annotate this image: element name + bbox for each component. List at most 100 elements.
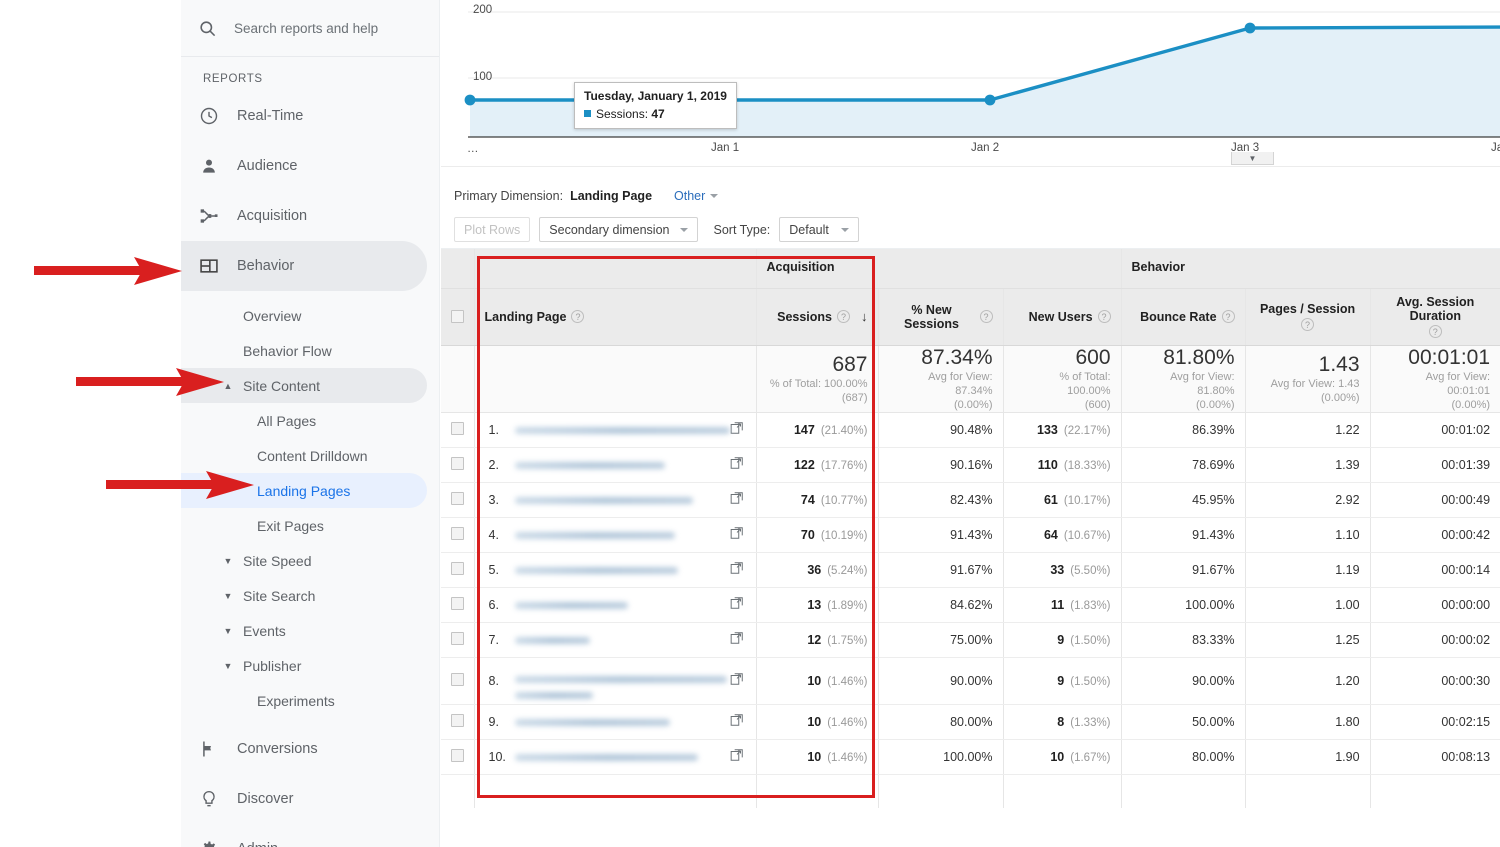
sidebar-item-all-pages[interactable]: All Pages xyxy=(181,403,427,438)
row-checkbox[interactable] xyxy=(450,561,464,575)
landing-page-url-redacted[interactable] xyxy=(514,747,724,767)
table-row[interactable]: 8. 10 (1.46%) 90.00% 9 (1.50%) 90.00% 1.20 00:00… xyxy=(441,657,1500,705)
sort-type-select[interactable]: Default xyxy=(779,217,859,242)
landing-page-cell[interactable]: 1. xyxy=(474,412,757,448)
landing-page-cell[interactable]: 9. xyxy=(474,704,757,740)
table-row[interactable]: 1. 147 (21.40%) 90.48% 133 (22.17%) 86.39% 1.22… xyxy=(441,412,1500,448)
help-icon[interactable]: ? xyxy=(979,310,993,323)
table-row[interactable]: 2. 122 (17.76%) 90.16% 110 (18.33%) 78.69% 1.39… xyxy=(441,447,1500,483)
help-icon[interactable]: ? xyxy=(837,310,850,323)
open-in-new-icon[interactable] xyxy=(730,631,746,648)
sidebar-item-site-speed[interactable]: ▼ Site Speed xyxy=(181,543,427,578)
column-header-new-users[interactable]: New Users ? xyxy=(1003,288,1122,346)
column-header-new-sessions-pct[interactable]: % New Sessions ? xyxy=(878,288,1004,346)
sidebar-item-content-drilldown[interactable]: Content Drilldown xyxy=(181,438,427,473)
sidebar-item-behavior[interactable]: Behavior xyxy=(181,241,427,291)
table-row[interactable]: 6. 13 (1.89%) 84.62% 11 (1.83%) 100.00% 1.00 00:… xyxy=(441,587,1500,623)
help-icon[interactable]: ? xyxy=(571,310,585,323)
row-checkbox[interactable] xyxy=(450,631,464,645)
open-in-new-icon[interactable] xyxy=(730,491,746,508)
open-in-new-icon[interactable] xyxy=(730,561,746,578)
help-icon[interactable]: ? xyxy=(1221,310,1235,323)
column-header-bounce-rate[interactable]: Bounce Rate ? xyxy=(1121,288,1246,346)
date-range-zoom-handle[interactable]: ▼ xyxy=(1231,152,1274,165)
avg-duration-cell-value: 00:00:02 xyxy=(1441,632,1491,647)
open-in-new-icon[interactable] xyxy=(730,713,746,730)
summary-sub2: (0.00%) xyxy=(1196,398,1235,411)
row-checkbox[interactable] xyxy=(450,456,464,470)
sidebar-item-behavior-flow[interactable]: Behavior Flow xyxy=(181,333,427,368)
help-icon[interactable]: ? xyxy=(1097,310,1111,323)
row-checkbox[interactable] xyxy=(450,672,464,686)
open-in-new-icon[interactable] xyxy=(730,596,746,613)
landing-page-url-redacted[interactable] xyxy=(514,560,724,580)
table-row[interactable]: 3. 74 (10.77%) 82.43% 61 (10.17%) 45.95% 2.92 00… xyxy=(441,482,1500,518)
sidebar-item-publisher[interactable]: ▼ Publisher xyxy=(181,648,427,683)
sidebar-item-admin[interactable]: Admin xyxy=(181,824,427,847)
table-row[interactable]: 10. 10 (1.46%) 100.00% 10 (1.67%) 80.00% 1.90 00… xyxy=(441,739,1500,775)
landing-page-url-redacted[interactable] xyxy=(514,420,730,440)
sidebar-item-site-search[interactable]: ▼ Site Search xyxy=(181,578,427,613)
landing-page-url-redacted[interactable] xyxy=(514,455,724,475)
sidebar-item-real-time[interactable]: Real-Time xyxy=(181,91,427,141)
sidebar-item-exit-pages[interactable]: Exit Pages xyxy=(181,508,427,543)
table-row[interactable]: 9. 10 (1.46%) 80.00% 8 (1.33%) 50.00% 1.80 00:02… xyxy=(441,704,1500,740)
search-bar[interactable] xyxy=(181,0,439,57)
row-checkbox[interactable] xyxy=(450,491,464,505)
landing-page-url-redacted[interactable] xyxy=(514,630,724,650)
column-header-landing-page[interactable]: Landing Page ? xyxy=(474,288,757,346)
landing-page-cell[interactable]: 7. xyxy=(474,622,757,658)
secondary-dimension-button[interactable]: Secondary dimension xyxy=(539,217,698,242)
open-in-new-icon[interactable] xyxy=(730,748,746,765)
row-checkbox[interactable] xyxy=(450,596,464,610)
landing-page-cell[interactable]: 5. xyxy=(474,552,757,588)
table-row[interactable]: 4. 70 (10.19%) 91.43% 64 (10.67%) 91.43% 1.10 00… xyxy=(441,517,1500,553)
select-all-checkbox[interactable] xyxy=(450,310,464,323)
sidebar-item-site-content[interactable]: ▲ Site Content xyxy=(181,368,427,403)
open-in-new-icon[interactable] xyxy=(730,421,746,438)
landing-page-url-redacted[interactable] xyxy=(514,595,724,615)
other-dimension-dropdown[interactable]: Other xyxy=(674,189,719,203)
row-checkbox[interactable] xyxy=(450,748,464,762)
table-row[interactable]: 7. 12 (1.75%) 75.00% 9 (1.50%) 83.33% 1.25 00:00… xyxy=(441,622,1500,658)
column-label: Avg. Session Duration xyxy=(1396,295,1475,323)
sessions-pct: (1.46%) xyxy=(827,716,868,729)
sidebar-item-events[interactable]: ▼ Events xyxy=(181,613,427,648)
sidebar-item-label: Behavior xyxy=(237,258,295,274)
landing-page-url-redacted[interactable] xyxy=(514,712,724,732)
open-in-new-icon[interactable] xyxy=(730,672,746,689)
sidebar-item-overview[interactable]: Overview xyxy=(181,298,427,333)
landing-page-cell[interactable]: 8. xyxy=(474,657,757,705)
sidebar-item-conversions[interactable]: Conversions xyxy=(181,724,427,774)
landing-page-cell[interactable]: 6. xyxy=(474,587,757,623)
help-icon[interactable]: ? xyxy=(1428,325,1442,338)
plot-rows-button[interactable]: Plot Rows xyxy=(454,217,531,242)
sidebar-item-landing-pages[interactable]: Landing Pages xyxy=(181,473,427,508)
landing-page-cell[interactable]: 10. xyxy=(474,739,757,775)
open-in-new-icon[interactable] xyxy=(730,526,746,543)
open-in-new-icon[interactable] xyxy=(730,456,746,473)
row-checkbox[interactable] xyxy=(450,526,464,540)
column-header-sessions[interactable]: Sessions ? ↓ xyxy=(756,288,879,346)
sidebar-item-experiments[interactable]: Experiments xyxy=(181,683,427,718)
column-header-avg-session-duration[interactable]: Avg. Session Duration ? xyxy=(1370,288,1500,346)
landing-page-cell[interactable]: 4. xyxy=(474,517,757,553)
sidebar-item-audience[interactable]: Audience xyxy=(181,141,427,191)
landing-page-cell[interactable]: 3. xyxy=(474,482,757,518)
table-row[interactable]: 5. 36 (5.24%) 91.67% 33 (5.50%) 91.67% 1.19 00:0… xyxy=(441,552,1500,588)
sort-descending-icon[interactable]: ↓ xyxy=(861,309,868,324)
primary-dimension-value[interactable]: Landing Page xyxy=(570,189,652,203)
help-icon[interactable]: ? xyxy=(1301,318,1315,331)
landing-page-url-redacted[interactable] xyxy=(514,490,724,510)
search-input[interactable] xyxy=(234,20,414,36)
landing-page-cell[interactable]: 2. xyxy=(474,447,757,483)
landing-page-url-redacted[interactable] xyxy=(514,525,724,545)
row-checkbox[interactable] xyxy=(450,713,464,727)
column-header-pages-session[interactable]: Pages / Session ? xyxy=(1245,288,1371,346)
sidebar-item-acquisition[interactable]: Acquisition xyxy=(181,191,427,241)
row-checkbox[interactable] xyxy=(450,421,464,435)
sidebar-item-discover[interactable]: Discover xyxy=(181,774,427,824)
sessions-cell-value: 10 xyxy=(807,714,822,729)
sidebar-item-label: Site Search xyxy=(243,587,316,604)
landing-page-url-redacted[interactable] xyxy=(514,671,727,699)
